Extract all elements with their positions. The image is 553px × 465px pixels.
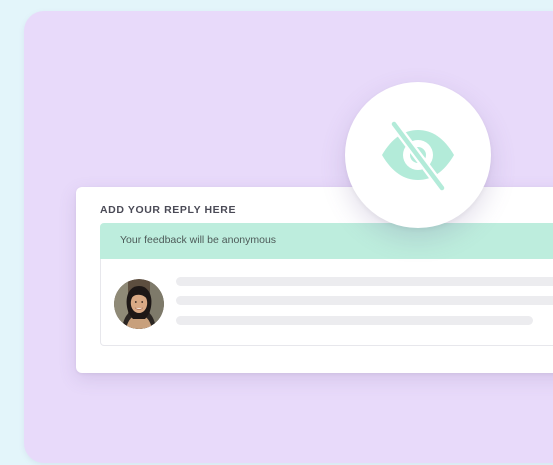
- anonymity-notice-bar: Your feedback will be anonymous: [100, 223, 553, 259]
- reply-card: ADD YOUR REPLY HERE Your feedback will b…: [76, 187, 553, 373]
- placeholder-line: [176, 277, 553, 286]
- stage: ADD YOUR REPLY HERE Your feedback will b…: [0, 0, 553, 465]
- eye-slash-icon: [382, 119, 454, 192]
- placeholder-line: [176, 296, 553, 305]
- placeholder-line: [176, 316, 533, 325]
- avatar: [114, 279, 164, 329]
- avatar-photo: [114, 279, 164, 329]
- eye-slash-badge: [345, 82, 491, 228]
- reply-input[interactable]: [100, 259, 553, 346]
- reply-heading: ADD YOUR REPLY HERE: [100, 204, 237, 216]
- anonymity-notice-text: Your feedback will be anonymous: [120, 234, 277, 246]
